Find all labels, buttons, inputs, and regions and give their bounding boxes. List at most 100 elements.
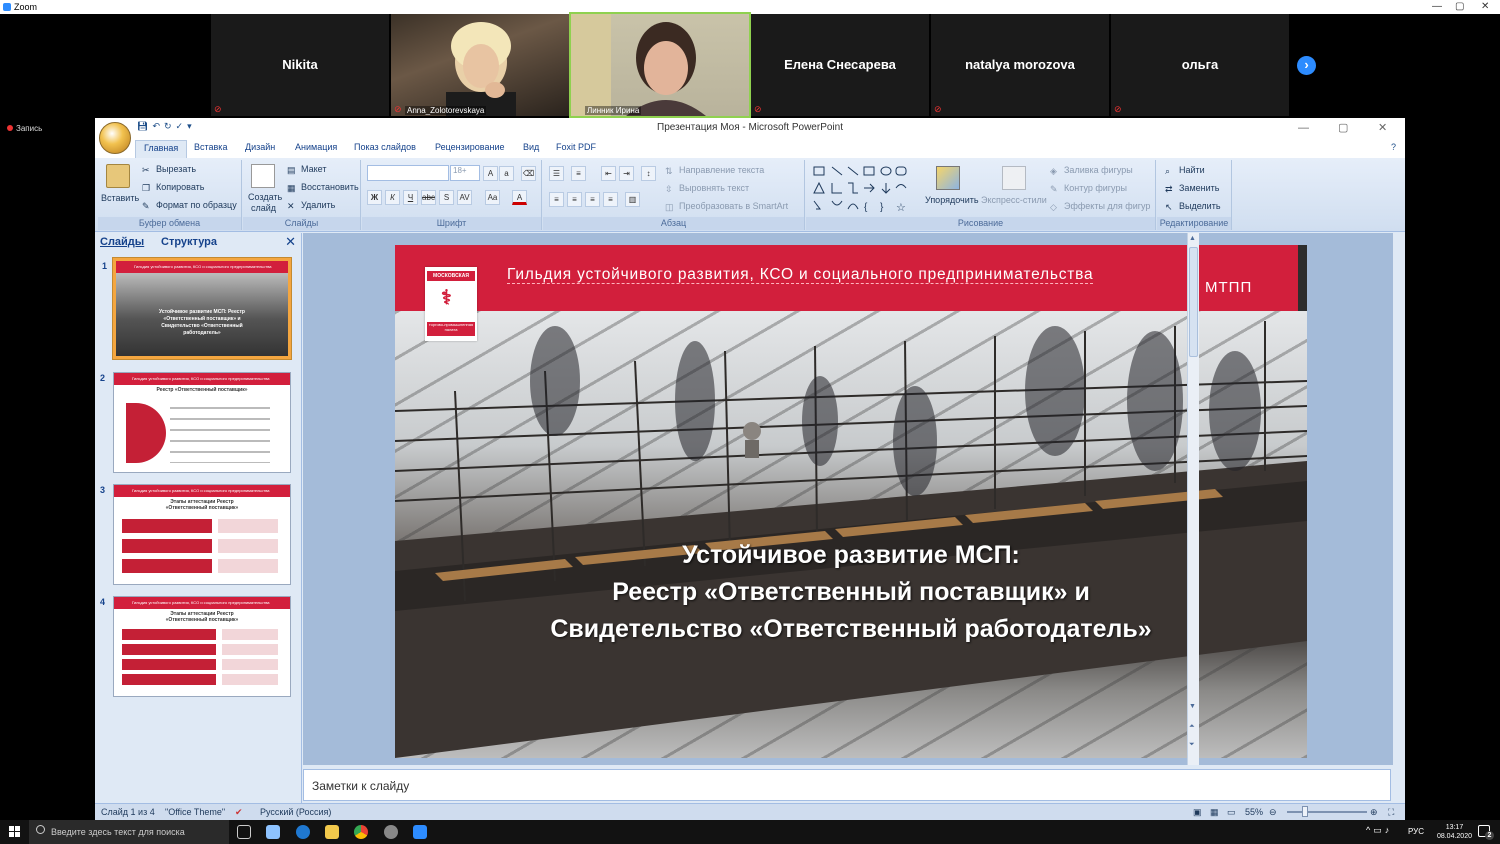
new-slide-icon[interactable] <box>251 164 275 188</box>
numbering-icon[interactable]: ≡ <box>571 166 586 181</box>
shape-effects-button[interactable]: ◇ Эффекты для фигур <box>1050 201 1150 212</box>
slide-org-label[interactable]: МТПП <box>1205 279 1252 296</box>
font-size-input[interactable]: 18+ <box>450 165 480 181</box>
line-spacing-icon[interactable]: ↕ <box>641 166 656 181</box>
replace-button[interactable]: ⇄ Заменить <box>1165 183 1219 194</box>
people-icon[interactable] <box>266 825 280 839</box>
theme-name[interactable]: "Office Theme" <box>165 807 225 817</box>
slide-thumbnail[interactable]: 4 Гильдия устойчивого развития, КСО и со… <box>100 596 291 697</box>
slide-title[interactable]: Устойчивое развитие МСП: Реестр «Ответст… <box>395 537 1307 648</box>
participant-tile[interactable]: Nikita ⊘ <box>211 14 389 116</box>
strikethrough-icon[interactable]: abc <box>421 190 436 205</box>
close-icon[interactable]: ✕ <box>1378 118 1387 138</box>
smartart-button[interactable]: ◫ Преобразовать в SmartArt <box>665 201 788 212</box>
previous-slide-icon[interactable]: ⏶ <box>1189 723 1195 731</box>
justify-icon[interactable]: ≡ <box>603 192 618 207</box>
layout-button[interactable]: ▤ Макет <box>287 164 326 175</box>
tab-animation[interactable]: Анимация <box>295 142 337 152</box>
paste-icon[interactable] <box>106 164 130 188</box>
file-explorer-icon[interactable] <box>325 825 339 839</box>
align-left-icon[interactable]: ≡ <box>549 192 564 207</box>
cut-button[interactable]: ✂ Вырезать <box>142 164 196 175</box>
participant-video-tile[interactable]: ⊘ Anna_Zolotorevskaya <box>391 14 569 116</box>
new-slide-button-line2[interactable]: слайд <box>251 203 276 213</box>
participant-tile[interactable]: natalya morozova ⊘ <box>931 14 1109 116</box>
quick-styles-button[interactable]: Экспресс-стили <box>981 195 1047 205</box>
align-right-icon[interactable]: ≡ <box>585 192 600 207</box>
arrange-icon[interactable] <box>936 166 960 190</box>
italic-icon[interactable]: К <box>385 190 400 205</box>
arrange-button[interactable]: Упорядочить <box>925 195 979 205</box>
shadow-icon[interactable]: S <box>439 190 454 205</box>
shape-fill-button[interactable]: ◈ Заливка фигуры <box>1050 165 1133 176</box>
close-pane-icon[interactable]: ✕ <box>285 234 296 250</box>
scroll-down-icon[interactable]: ▼ <box>1189 703 1196 710</box>
tab-slides[interactable]: Слайды <box>100 236 144 248</box>
slide-editor-canvas[interactable]: МОСКОВСКАЯ ⚕ торгово-промышленная палата… <box>303 233 1393 765</box>
new-slide-button[interactable]: Создать <box>248 192 282 202</box>
help-icon[interactable]: ? <box>1391 142 1396 152</box>
minimize-icon[interactable]: — <box>1298 118 1309 138</box>
zoom-level[interactable]: 55% <box>1245 807 1263 817</box>
close-icon[interactable]: ✕ <box>1481 0 1489 14</box>
tab-foxit-pdf[interactable]: Foxit PDF <box>556 142 596 152</box>
vertical-scrollbar[interactable]: ▲ ▼ ⏶ ⏷ <box>1187 233 1199 765</box>
columns-icon[interactable]: ▥ <box>625 192 640 207</box>
language-status[interactable]: Русский (Россия) <box>260 807 331 817</box>
align-text-button[interactable]: ⇳ Выровнять текст <box>665 183 749 194</box>
normal-view-icon[interactable]: ▣ <box>1193 807 1202 818</box>
notes-pane[interactable]: Заметки к слайду <box>303 769 1391 801</box>
system-tray-icons[interactable]: ^▭♪ <box>1366 825 1392 836</box>
select-button[interactable]: ↖ Выделить <box>1165 201 1221 212</box>
participant-video-tile-active[interactable]: Линник Ирина <box>569 12 751 118</box>
network-icon[interactable]: ▭ <box>1373 825 1385 835</box>
underline-icon[interactable]: Ч <box>403 190 418 205</box>
decrease-indent-icon[interactable]: ⇤ <box>601 166 616 181</box>
tab-review[interactable]: Рецензирование <box>435 142 505 152</box>
format-painter-button[interactable]: ✎ Формат по образцу <box>142 200 237 211</box>
copy-button[interactable]: ❐ Копировать <box>142 182 204 193</box>
slide-thumbnail[interactable]: 1 Гильдия устойчивого развития, КСО и со… <box>102 257 292 360</box>
slide-header-text[interactable]: Гильдия устойчивого развития, КСО и соци… <box>507 266 1094 284</box>
participant-tile[interactable]: Елена Снесарева ⊘ <box>751 14 929 116</box>
shape-outline-button[interactable]: ✎ Контур фигуры <box>1050 183 1127 194</box>
taskbar-search-input[interactable]: Введите здесь текст для поиска <box>29 820 229 844</box>
shrink-font-icon[interactable]: a <box>499 166 514 181</box>
zoom-out-icon[interactable]: ⊖ <box>1269 807 1277 818</box>
customize-qat-icon[interactable]: ▾ <box>187 121 196 131</box>
scroll-thumb[interactable] <box>1189 247 1198 357</box>
clock[interactable]: 13:17 08.04.2020 <box>1437 823 1472 841</box>
input-language[interactable]: РУС <box>1408 827 1424 836</box>
save-icon[interactable]: 💾︎ <box>137 121 152 131</box>
align-center-icon[interactable]: ≡ <box>567 192 582 207</box>
edge-browser-icon[interactable] <box>296 825 310 839</box>
zoom-slider-thumb[interactable] <box>1302 806 1308 817</box>
tab-outline[interactable]: Структура <box>161 236 217 248</box>
slide-sorter-icon[interactable]: ▦ <box>1210 807 1219 818</box>
slide-thumbnail[interactable]: 3 Гильдия устойчивого развития, КСО и со… <box>100 484 291 585</box>
volume-icon[interactable]: ♪ <box>1385 825 1393 835</box>
font-color-icon[interactable]: A <box>512 190 527 205</box>
undo-icon[interactable]: ↶ <box>152 121 164 131</box>
tab-design[interactable]: Дизайн <box>245 142 275 152</box>
tab-slideshow[interactable]: Показ слайдов <box>354 142 416 152</box>
tab-view[interactable]: Вид <box>523 142 539 152</box>
slide-thumbnail[interactable]: 2 Гильдия устойчивого развития, КСО и со… <box>100 372 291 473</box>
recording-indicator[interactable]: Запись <box>7 124 42 133</box>
next-participants-button[interactable]: › <box>1297 56 1316 75</box>
maximize-icon[interactable]: ▢ <box>1455 0 1464 14</box>
grow-font-icon[interactable]: A <box>483 166 498 181</box>
office-button[interactable] <box>99 122 131 154</box>
bullets-icon[interactable]: ☰ <box>549 166 564 181</box>
spellcheck-status-icon[interactable]: ✔ <box>235 807 243 818</box>
reset-button[interactable]: ▦ Восстановить <box>287 182 359 193</box>
spellcheck-icon[interactable]: ✓ <box>176 121 188 131</box>
spacing-icon[interactable]: AV <box>457 190 472 205</box>
windows-start-icon[interactable] <box>9 826 21 838</box>
zoom-app-icon[interactable] <box>413 825 427 839</box>
delete-slide-button[interactable]: ✕ Удалить <box>287 200 335 211</box>
redo-icon[interactable]: ↻ <box>164 121 176 131</box>
next-slide-icon[interactable]: ⏷ <box>1189 741 1195 749</box>
text-direction-button[interactable]: ⇅ Направление текста <box>665 165 764 176</box>
zoom-in-icon[interactable]: ⊕ <box>1370 807 1378 818</box>
